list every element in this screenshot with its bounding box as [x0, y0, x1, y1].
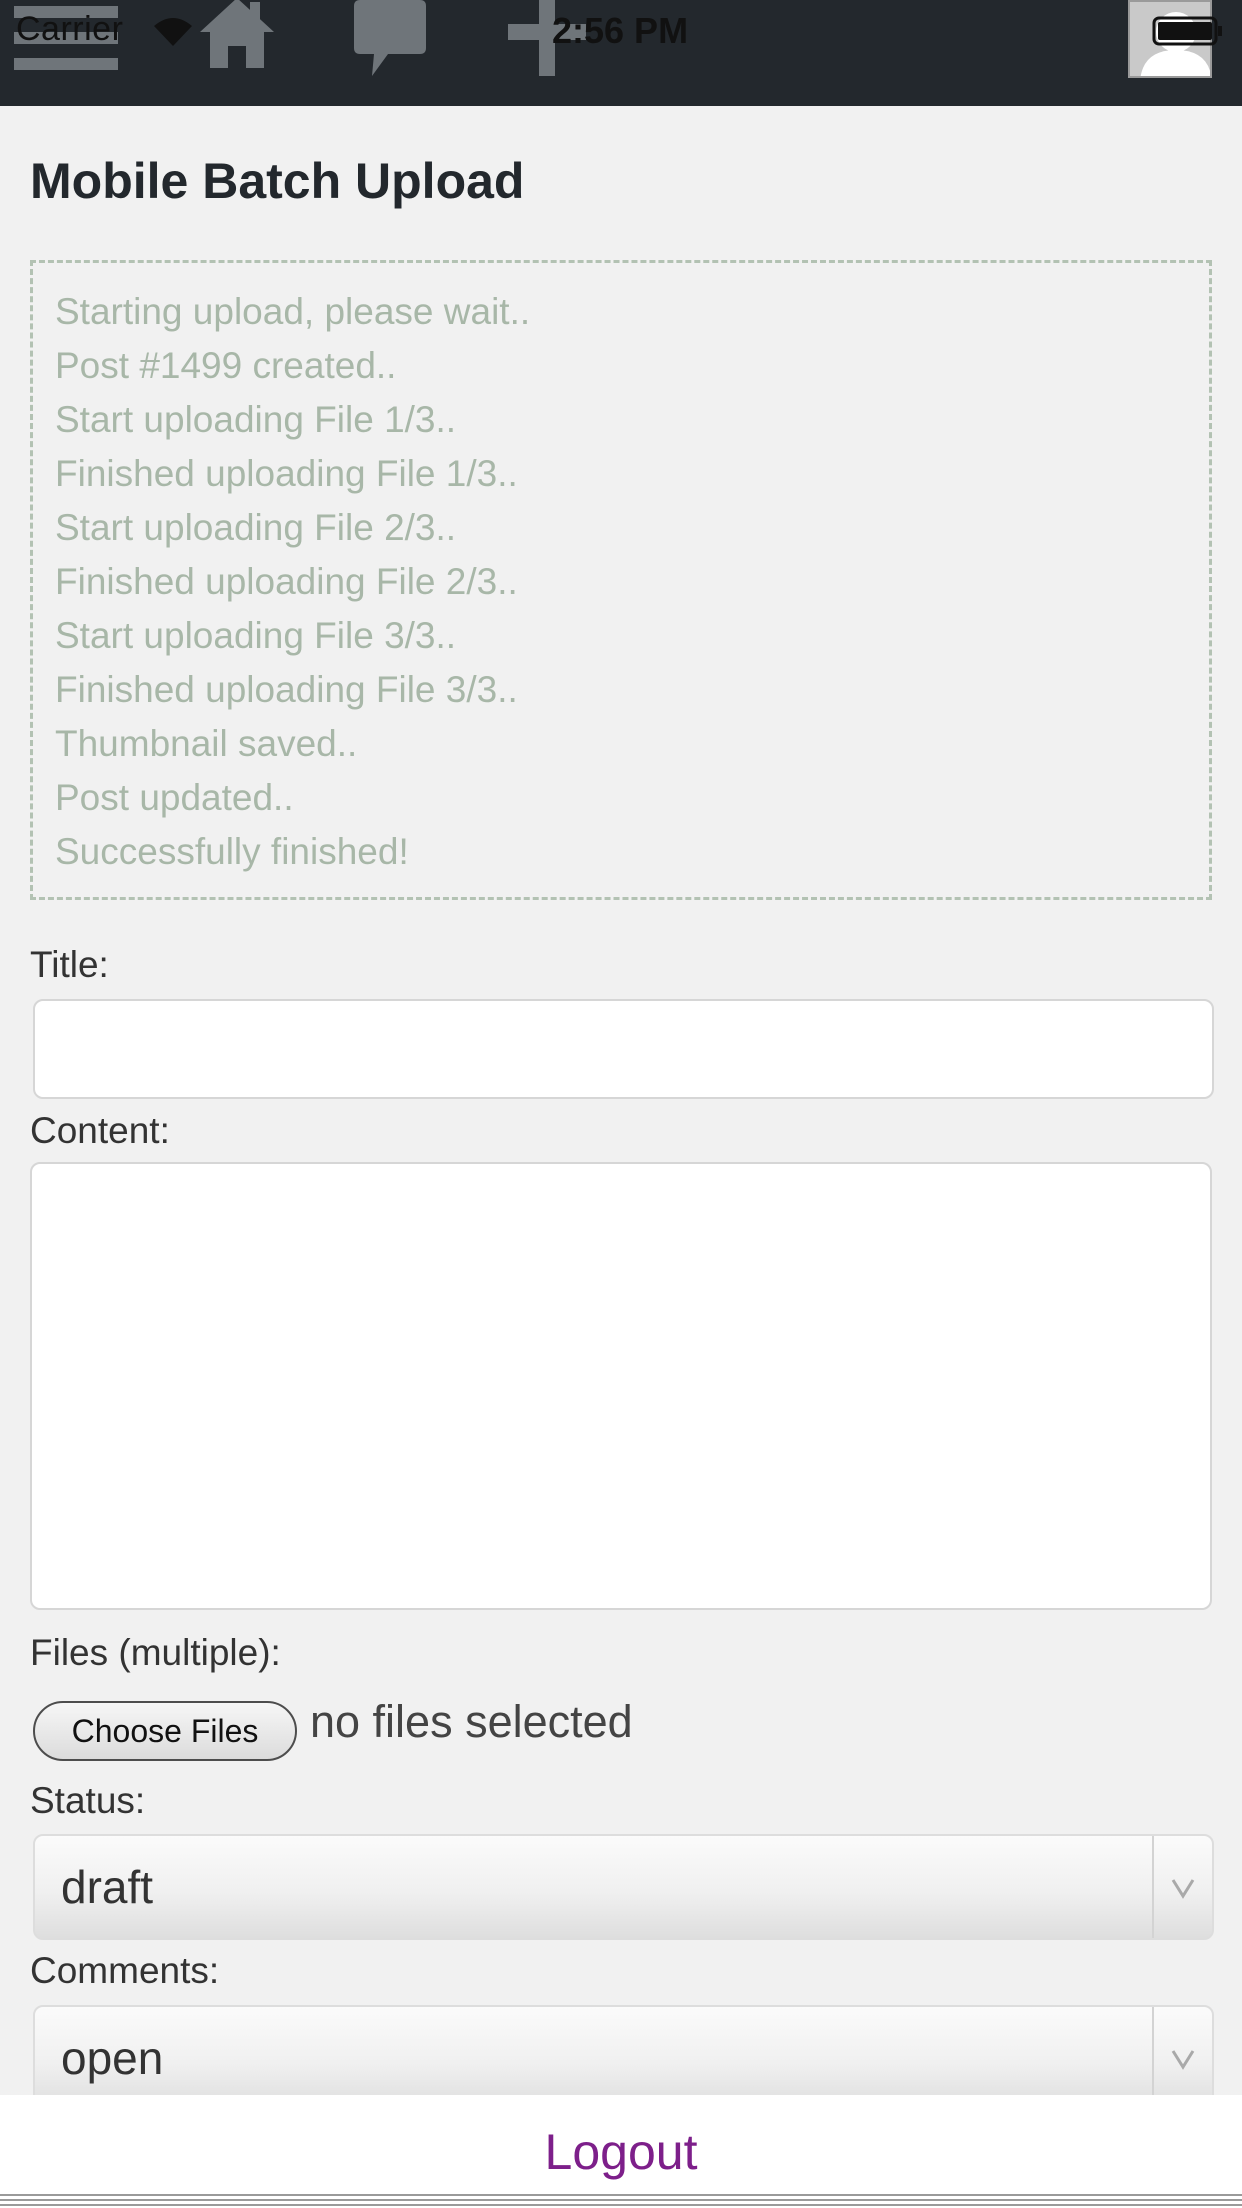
log-line: Start uploading File 1/3.. [55, 399, 457, 440]
title-input[interactable] [33, 999, 1214, 1099]
chevron-down-icon [1171, 1879, 1195, 1899]
logout-link[interactable]: Logout [0, 2123, 1242, 2181]
status-time: 2:56 PM [552, 10, 689, 51]
status-select-value: draft [61, 1861, 154, 1913]
log-line: Post updated.. [55, 777, 294, 818]
battery-icon [1152, 16, 1222, 46]
comments-select-value: open [61, 2032, 164, 2084]
no-files-selected-text: no files selected [310, 1696, 633, 1747]
top-bar: Carrier 2:56 PM [0, 0, 1242, 106]
log-line: Thumbnail saved.. [55, 723, 358, 764]
log-line: Successfully finished! [55, 831, 409, 872]
comment-icon[interactable] [354, 0, 426, 78]
footer-divider [0, 2191, 1242, 2208]
chevron-down-icon [1171, 2050, 1195, 2070]
files-label: Files (multiple): [30, 1632, 281, 1673]
content-label: Content: [30, 1110, 170, 1151]
carrier-label: Carrier [16, 10, 124, 48]
log-line: Finished uploading File 3/3.. [55, 669, 518, 710]
home-icon[interactable] [198, 0, 276, 72]
log-line: Starting upload, please wait.. [55, 291, 531, 332]
status-label: Status: [30, 1780, 146, 1821]
content-textarea[interactable] [30, 1162, 1212, 1610]
footer: Logout [0, 2095, 1242, 2208]
page-title: Mobile Batch Upload [30, 153, 525, 209]
log-line: Finished uploading File 1/3.. [55, 453, 518, 494]
comments-label: Comments: [30, 1950, 220, 1991]
choose-files-button[interactable]: Choose Files [33, 1701, 297, 1761]
upload-log: Starting upload, please wait.. Post #149… [30, 260, 1212, 900]
title-label: Title: [30, 944, 109, 985]
log-line: Post #1499 created.. [55, 345, 397, 386]
log-line: Finished uploading File 2/3.. [55, 561, 518, 602]
select-divider [1152, 1836, 1154, 1938]
status-select[interactable]: draft [33, 1834, 1214, 1940]
log-line: Start uploading File 2/3.. [55, 507, 457, 548]
select-divider [1152, 2007, 1154, 2109]
log-line: Start uploading File 3/3.. [55, 615, 457, 656]
wifi-icon [154, 18, 192, 46]
